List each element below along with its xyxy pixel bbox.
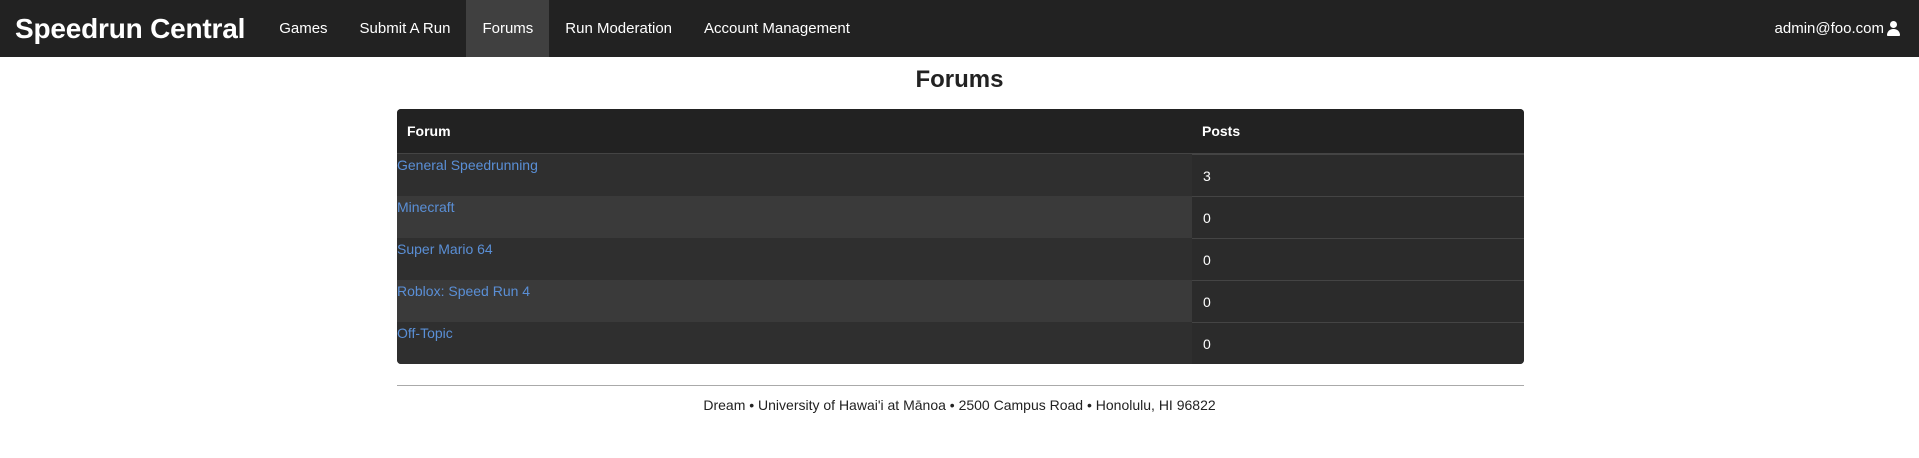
forums-table: Forum Posts General Speedrunning 3 Minec… [397, 109, 1524, 364]
user-menu[interactable]: admin@foo.com [1775, 0, 1919, 57]
nav-menu: Games Submit A Run Forums Run Moderation… [263, 0, 866, 57]
forum-cell: Super Mario 64 [397, 238, 1192, 280]
footer-address: Dream • University of Hawai'i at Mānoa •… [703, 397, 1216, 413]
table-row: Minecraft 0 [397, 196, 1524, 238]
forum-cell: Roblox: Speed Run 4 [397, 280, 1192, 322]
footer-divider [397, 385, 1524, 386]
forum-cell: Minecraft [397, 196, 1192, 238]
table-header-row: Forum Posts [397, 109, 1524, 154]
forum-link-minecraft[interactable]: Minecraft [397, 199, 455, 215]
posts-count: 0 [1192, 322, 1524, 364]
nav-item-forums[interactable]: Forums [466, 0, 550, 57]
top-navbar: Speedrun Central Games Submit A Run Foru… [0, 0, 1919, 57]
brand-logo[interactable]: Speedrun Central [0, 0, 263, 57]
forum-cell: Off-Topic [397, 322, 1192, 364]
posts-count: 0 [1192, 196, 1524, 238]
user-icon [1886, 21, 1901, 36]
posts-count: 0 [1192, 238, 1524, 280]
forum-cell: General Speedrunning [397, 154, 1192, 196]
forum-link-general-speedrunning[interactable]: General Speedrunning [397, 157, 538, 173]
column-header-posts: Posts [1192, 109, 1524, 154]
nav-item-account-management[interactable]: Account Management [688, 0, 866, 57]
user-email: admin@foo.com [1774, 20, 1884, 37]
forum-link-super-mario-64[interactable]: Super Mario 64 [397, 241, 493, 257]
column-header-forum: Forum [397, 109, 1192, 154]
nav-item-run-moderation[interactable]: Run Moderation [549, 0, 688, 57]
posts-count: 3 [1192, 154, 1524, 196]
forum-link-off-topic[interactable]: Off-Topic [397, 325, 453, 341]
nav-item-games[interactable]: Games [263, 0, 343, 57]
table-row: Off-Topic 0 [397, 322, 1524, 364]
page-title: Forums [915, 66, 1004, 93]
table-row: Roblox: Speed Run 4 0 [397, 280, 1524, 322]
table-row: General Speedrunning 3 [397, 154, 1524, 196]
table-row: Super Mario 64 0 [397, 238, 1524, 280]
nav-item-submit-a-run[interactable]: Submit A Run [344, 0, 467, 57]
forum-link-roblox-speed-run-4[interactable]: Roblox: Speed Run 4 [397, 283, 530, 299]
posts-count: 0 [1192, 280, 1524, 322]
